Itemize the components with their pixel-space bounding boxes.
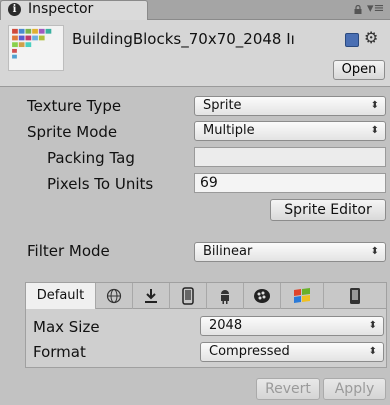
- platform-tab-web[interactable]: [96, 283, 133, 309]
- texture-thumbnail: [8, 25, 64, 71]
- max-size-value: 2048: [209, 318, 243, 333]
- max-size-label: Max Size: [33, 318, 100, 336]
- device-icon: [350, 287, 360, 304]
- sprite-mode-label: Sprite Mode: [27, 123, 118, 141]
- pixels-to-units-label: Pixels To Units: [47, 175, 154, 193]
- format-dropdown[interactable]: Compressed ⬍: [200, 342, 384, 362]
- texture-type-label: Texture Type: [27, 97, 122, 115]
- format-label: Format: [33, 343, 86, 361]
- packing-tag-input[interactable]: [194, 147, 386, 167]
- platform-tab-default[interactable]: Default: [26, 283, 96, 309]
- gear-icon[interactable]: ⚙: [364, 28, 378, 47]
- sprite-mode-dropdown[interactable]: Multiple ⬍: [194, 121, 386, 141]
- context-menu-icon[interactable]: ▾≡: [367, 2, 384, 16]
- dropdown-arrow-icon: ⬍: [370, 246, 379, 257]
- apply-button[interactable]: Apply: [323, 378, 386, 400]
- format-value: Compressed: [209, 344, 290, 359]
- android-icon: [221, 289, 229, 304]
- texture-type-value: Sprite: [203, 98, 242, 113]
- filter-mode-label: Filter Mode: [27, 242, 110, 260]
- blackberry-icon: [254, 288, 270, 303]
- platform-tab-blackberry[interactable]: [244, 283, 281, 309]
- dropdown-arrow-icon: ⬍: [370, 125, 379, 136]
- sprite-mode-value: Multiple: [203, 123, 255, 138]
- platform-tab-android[interactable]: [207, 283, 244, 309]
- lock-icon[interactable]: [354, 5, 362, 14]
- help-book-icon[interactable]: [345, 33, 359, 47]
- inspector-tab-title: Inspector: [28, 1, 94, 17]
- platform-tab-standalone[interactable]: [133, 283, 170, 309]
- windows-icon: [294, 287, 310, 303]
- open-button[interactable]: Open: [333, 60, 385, 80]
- filter-mode-dropdown[interactable]: Bilinear ⬍: [194, 242, 386, 262]
- header-divider: [0, 86, 390, 87]
- max-size-dropdown[interactable]: 2048 ⬍: [200, 316, 384, 336]
- platform-tab-ios[interactable]: [170, 283, 207, 309]
- revert-button[interactable]: Revert: [256, 378, 320, 400]
- texture-type-dropdown[interactable]: Sprite ⬍: [194, 96, 386, 116]
- asset-name: BuildingBlocks_70x70_2048 Iı: [72, 30, 295, 48]
- pixels-to-units-input[interactable]: 69: [194, 173, 386, 193]
- download-icon: [145, 288, 157, 303]
- dropdown-arrow-icon: ⬍: [370, 100, 379, 111]
- packing-tag-label: Packing Tag: [47, 149, 135, 167]
- phone-icon: [182, 286, 194, 305]
- dropdown-arrow-icon: ⬍: [368, 320, 377, 331]
- dropdown-arrow-icon: ⬍: [368, 346, 377, 357]
- filter-mode-value: Bilinear: [203, 244, 253, 259]
- globe-icon: [106, 288, 122, 303]
- platform-tab-device[interactable]: [324, 283, 386, 309]
- info-icon: i: [8, 3, 21, 16]
- platform-tab-windows[interactable]: [281, 283, 324, 309]
- sprite-editor-button[interactable]: Sprite Editor: [270, 199, 386, 221]
